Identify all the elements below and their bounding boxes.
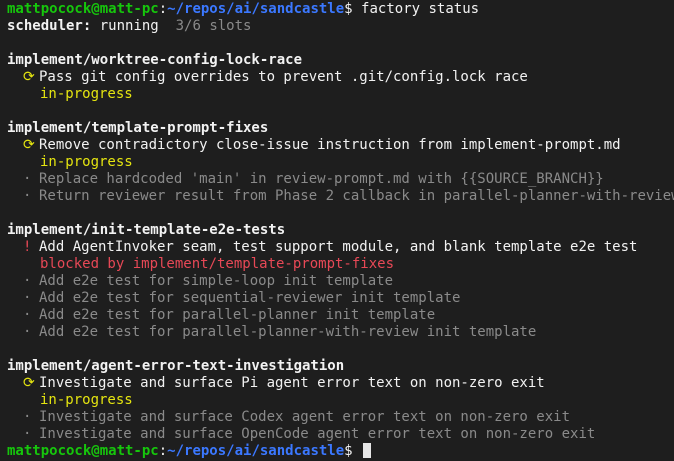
bullet-icon: · bbox=[23, 290, 32, 306]
warning-icon: ! bbox=[23, 239, 32, 255]
bullet-icon: · bbox=[23, 188, 32, 204]
task-pending: · Add e2e test for simple-loop init templ… bbox=[7, 273, 674, 290]
task-in-progress: ⟳ Investigate and surface Pi agent error … bbox=[7, 375, 674, 392]
task-in-progress: ⟳ Pass git config overrides to prevent .g… bbox=[7, 69, 674, 86]
bullet-icon: · bbox=[23, 324, 32, 340]
task-status-in-progress: in-progress bbox=[40, 392, 133, 408]
prompt-path: ~/repos/ai/sandcastle bbox=[167, 1, 345, 17]
scheduler-slots: 3/6 slots bbox=[175, 18, 252, 34]
group-title: implement/init-template-e2e-tests bbox=[7, 222, 286, 238]
task-pending: · Investigate and surface OpenCode agent … bbox=[7, 426, 674, 443]
task-pending: · Add e2e test for parallel-planner-with-… bbox=[7, 324, 674, 341]
bullet-icon: · bbox=[23, 409, 32, 425]
task-group: implement/worktree-config-lock-race ⟳ Pas… bbox=[7, 52, 674, 103]
task-group: implement/init-template-e2e-tests ! Add A… bbox=[7, 222, 674, 341]
prompt-colon: : bbox=[158, 1, 168, 17]
task-status-blocked: blocked by implement/template-prompt-fix… bbox=[40, 256, 395, 272]
task-text: Add e2e test for simple-loop init templa… bbox=[39, 273, 394, 289]
task-status-in-progress: in-progress bbox=[40, 86, 133, 102]
command-prompt-line-active[interactable]: mattpocock@matt-pc:~/repos/ai/sandcastle… bbox=[7, 443, 674, 460]
spinner-icon: ⟳ bbox=[23, 137, 35, 153]
task-text: Add e2e test for parallel-planner init t… bbox=[39, 307, 436, 323]
prompt-path: ~/repos/ai/sandcastle bbox=[167, 443, 345, 459]
task-status-in-progress: in-progress bbox=[40, 154, 133, 170]
prompt-dollar: $ bbox=[344, 1, 353, 17]
task-text: Add AgentInvoker seam, test support modu… bbox=[39, 239, 638, 255]
bullet-icon: · bbox=[23, 171, 32, 187]
task-pending: · Replace hardcoded 'main' in review-prom… bbox=[7, 171, 674, 188]
task-text: Replace hardcoded 'main' in review-promp… bbox=[39, 171, 604, 187]
task-pending: · Return reviewer result from Phase 2 cal… bbox=[7, 188, 674, 205]
prompt-user-host: mattpocock@matt-pc bbox=[7, 1, 159, 17]
task-pending: · Add e2e test for parallel-planner init … bbox=[7, 307, 674, 324]
task-text: Investigate and surface Codex agent erro… bbox=[39, 409, 571, 425]
task-pending: · Investigate and surface Codex agent err… bbox=[7, 409, 674, 426]
task-text: Add e2e test for sequential-reviewer ini… bbox=[39, 290, 461, 306]
scheduler-state: running bbox=[99, 18, 159, 34]
prompt-command: factory status bbox=[361, 1, 480, 17]
bullet-icon: · bbox=[23, 426, 32, 442]
task-blocked: ! Add AgentInvoker seam, test support mod… bbox=[7, 239, 674, 256]
prompt-dollar: $ bbox=[344, 443, 353, 459]
text-cursor[interactable] bbox=[363, 443, 372, 458]
task-text: Remove contradictory close-issue instruc… bbox=[39, 137, 621, 153]
prompt-user-host: mattpocock@matt-pc bbox=[7, 443, 159, 459]
prompt-colon: : bbox=[158, 443, 168, 459]
scheduler-line: scheduler: running 3/6 slots bbox=[7, 18, 674, 35]
bullet-icon: · bbox=[23, 307, 32, 323]
spinner-icon: ⟳ bbox=[23, 69, 35, 85]
scheduler-label: scheduler: bbox=[7, 18, 92, 34]
task-group: implement/template-prompt-fixes ⟳ Remove … bbox=[7, 120, 674, 205]
task-text: Pass git config overrides to prevent .gi… bbox=[39, 69, 528, 85]
task-in-progress: ⟳ Remove contradictory close-issue instru… bbox=[7, 137, 674, 154]
group-title: implement/agent-error-text-investigation bbox=[7, 358, 345, 374]
task-text: Add e2e test for parallel-planner-with-r… bbox=[39, 324, 537, 340]
task-text: Return reviewer result from Phase 2 call… bbox=[39, 188, 674, 204]
command-prompt-line: mattpocock@matt-pc:~/repos/ai/sandcastle… bbox=[7, 1, 674, 18]
group-title: implement/template-prompt-fixes bbox=[7, 120, 269, 136]
task-text: Investigate and surface OpenCode agent e… bbox=[39, 426, 596, 442]
terminal-window[interactable]: mattpocock@matt-pc:~/repos/ai/sandcastle… bbox=[0, 0, 674, 460]
task-group: implement/agent-error-text-investigation… bbox=[7, 358, 674, 443]
task-pending: · Add e2e test for sequential-reviewer in… bbox=[7, 290, 674, 307]
spinner-icon: ⟳ bbox=[23, 375, 35, 391]
group-title: implement/worktree-config-lock-race bbox=[7, 52, 303, 68]
bullet-icon: · bbox=[23, 273, 32, 289]
task-text: Investigate and surface Pi agent error t… bbox=[39, 375, 545, 391]
